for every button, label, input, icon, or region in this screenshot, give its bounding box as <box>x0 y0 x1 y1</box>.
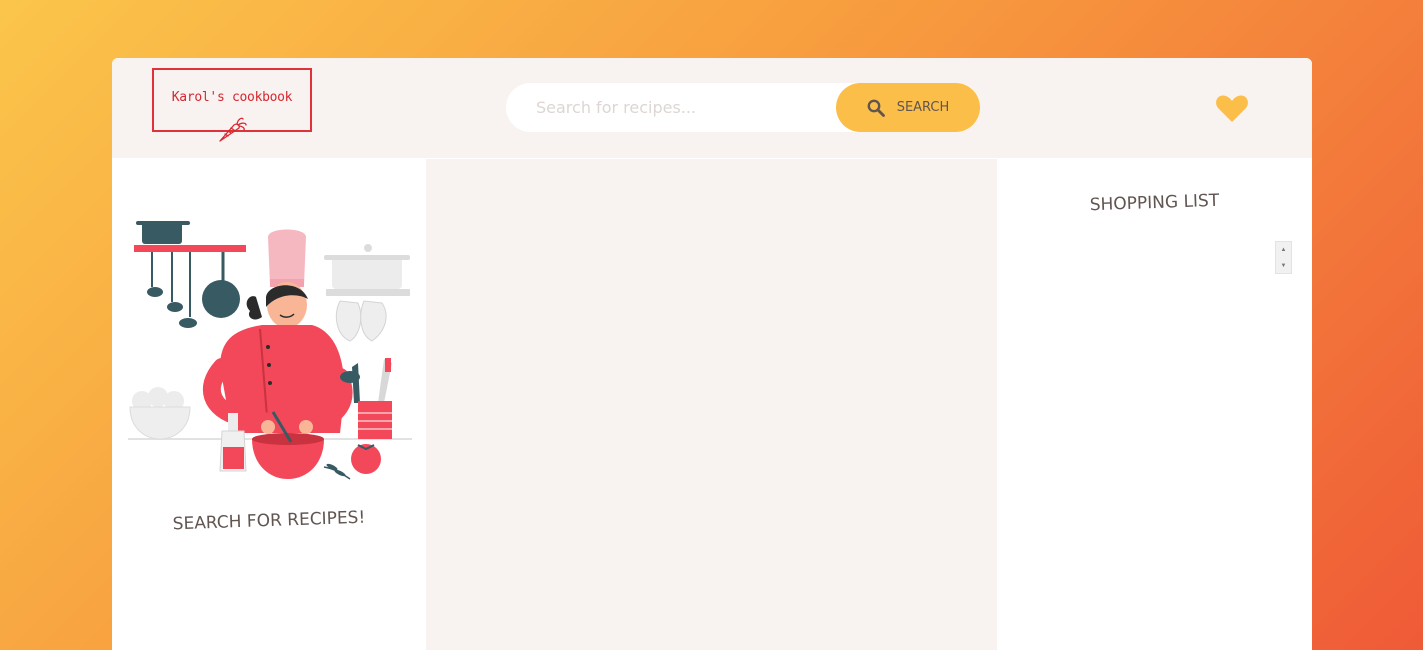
search-icon <box>867 99 885 117</box>
search-prompt-message: SEARCH FOR RECIPES! <box>172 507 366 535</box>
app-container: Karol's cookbook SEARCH <box>112 58 1312 650</box>
logo-text: Karol's cookbook <box>171 90 293 105</box>
logo[interactable]: Karol's cookbook <box>152 68 312 142</box>
chef-illustration <box>128 221 412 480</box>
carrot-icon <box>219 117 247 142</box>
search-input[interactable] <box>536 95 826 120</box>
shopping-list-title: SHOPPING LIST <box>1089 190 1220 216</box>
scroll-up-icon[interactable]: ▲ <box>1276 242 1291 257</box>
search-button[interactable]: SEARCH <box>836 83 980 132</box>
shopping-list-scrollbar[interactable]: ▲ ▼ <box>1275 241 1292 274</box>
shopping-list-panel: SHOPPING LIST ▲ ▼ <box>997 159 1312 650</box>
search-button-label: SEARCH <box>896 100 950 115</box>
heart-icon[interactable] <box>1215 93 1249 123</box>
search-results-panel: SEARCH FOR RECIPES! <box>112 159 426 650</box>
header: Karol's cookbook SEARCH <box>112 58 1312 158</box>
scroll-down-icon[interactable]: ▼ <box>1276 258 1291 273</box>
recipe-panel <box>426 159 997 650</box>
search-form: SEARCH <box>506 83 980 132</box>
